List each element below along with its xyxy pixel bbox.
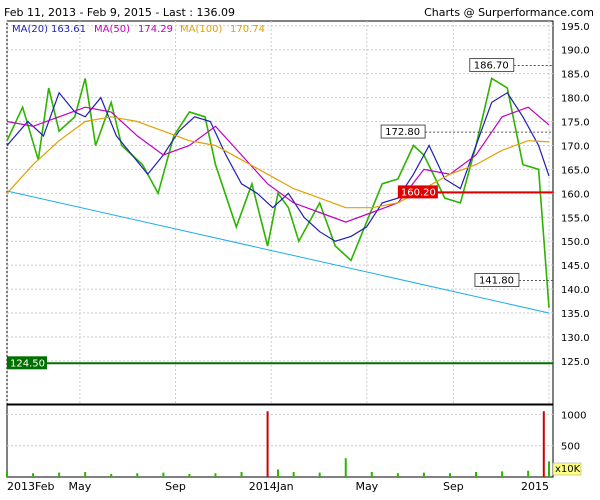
volume-bar — [84, 471, 87, 477]
price-tick-label: 175.0 — [561, 118, 590, 129]
price-tick-label: 145.0 — [561, 261, 590, 272]
volume-bar — [527, 470, 530, 477]
volume-tick-label: 500 — [561, 442, 580, 453]
x-axis: 2013Feb May Sep 2014Jan May Sep 2015 — [7, 480, 549, 493]
x-tick-label: Sep — [165, 480, 186, 493]
price-tick-label: 130.0 — [561, 333, 590, 344]
price-tick-label: 125.0 — [561, 357, 590, 368]
price-tick-label: 195.0 — [561, 22, 590, 33]
volume-bar — [548, 461, 550, 477]
price-tick-label: 190.0 — [561, 46, 590, 57]
price-tick-label: 160.0 — [561, 189, 590, 200]
volume-bar — [266, 411, 269, 477]
price-tick-label: 180.0 — [561, 94, 590, 105]
price-tick-label: 135.0 — [561, 309, 590, 320]
x-tick-label: May — [69, 480, 92, 493]
volume-bar — [240, 471, 243, 477]
price-axis: 125.0 130.0 135.0 140.0 145.0 150.0 155.0 160.0… — [561, 22, 590, 368]
price-tick-label: 150.0 — [561, 237, 590, 248]
legend-ma20-label: MA(20) — [12, 24, 48, 35]
price-tick-label: 155.0 — [561, 213, 590, 224]
volume-bar — [396, 473, 399, 477]
volume-bar — [422, 472, 425, 477]
price-tick-label: 170.0 — [561, 141, 590, 152]
x-tick-label: 2013Feb — [7, 480, 54, 493]
volume-bar — [110, 473, 113, 477]
legend-ma100-value: 170.74 — [230, 24, 265, 35]
volume-tick-label: 1000 — [561, 410, 586, 421]
price-tick-label: 140.0 — [561, 285, 590, 296]
legend-ma50-value: 174.29 — [138, 24, 173, 35]
price-tick-label: 165.0 — [561, 165, 590, 176]
volume-bar — [475, 471, 478, 477]
volume-bar — [370, 471, 373, 477]
volume-bar — [344, 458, 347, 477]
volume-panel — [6, 404, 554, 478]
volume-axis: 500 1000 x10K — [552, 410, 586, 476]
price-label-text: 141.80 — [479, 275, 514, 286]
volume-bar — [58, 472, 61, 477]
volume-bar — [32, 473, 35, 477]
chart-range-title: Feb 11, 2013 - Feb 9, 2015 - Last : 136.… — [4, 6, 235, 19]
volume-bar — [501, 471, 504, 477]
x-tick-label: Sep — [443, 480, 464, 493]
volume-bar — [214, 473, 217, 477]
chart-root: Feb 11, 2013 - Feb 9, 2015 - Last : 136.… — [0, 0, 600, 500]
volume-bar — [277, 469, 279, 477]
volume-unit-label: x10K — [555, 464, 581, 475]
legend-ma100-label: MA(100) — [180, 24, 222, 35]
volume-bar — [188, 473, 191, 477]
volume-bar — [292, 471, 295, 477]
chart-credit: Charts @ Surperformance.com — [424, 6, 594, 19]
legend-ma50-label: MA(50) — [94, 24, 130, 35]
x-tick-label: 2014Jan — [249, 480, 294, 493]
price-label-text: 186.70 — [474, 61, 509, 72]
volume-bar — [318, 472, 321, 477]
legend-ma20-value: 163.61 — [51, 24, 86, 35]
price-panel — [6, 20, 554, 405]
volume-bar — [136, 473, 139, 477]
price-label-text: 172.80 — [385, 127, 420, 138]
x-tick-label: 2015 — [521, 480, 549, 493]
volume-bar — [542, 411, 545, 477]
level-badge-label: 160.20 — [401, 187, 436, 198]
x-tick-label: May — [355, 480, 378, 493]
level-badge-label: 124.50 — [10, 358, 45, 369]
price-tick-label: 185.0 — [561, 70, 590, 81]
volume-bar — [448, 473, 451, 477]
volume-bar — [162, 472, 165, 477]
stock-chart: Feb 11, 2013 - Feb 9, 2015 - Last : 136.… — [4, 6, 594, 493]
volume-bar — [6, 471, 8, 477]
